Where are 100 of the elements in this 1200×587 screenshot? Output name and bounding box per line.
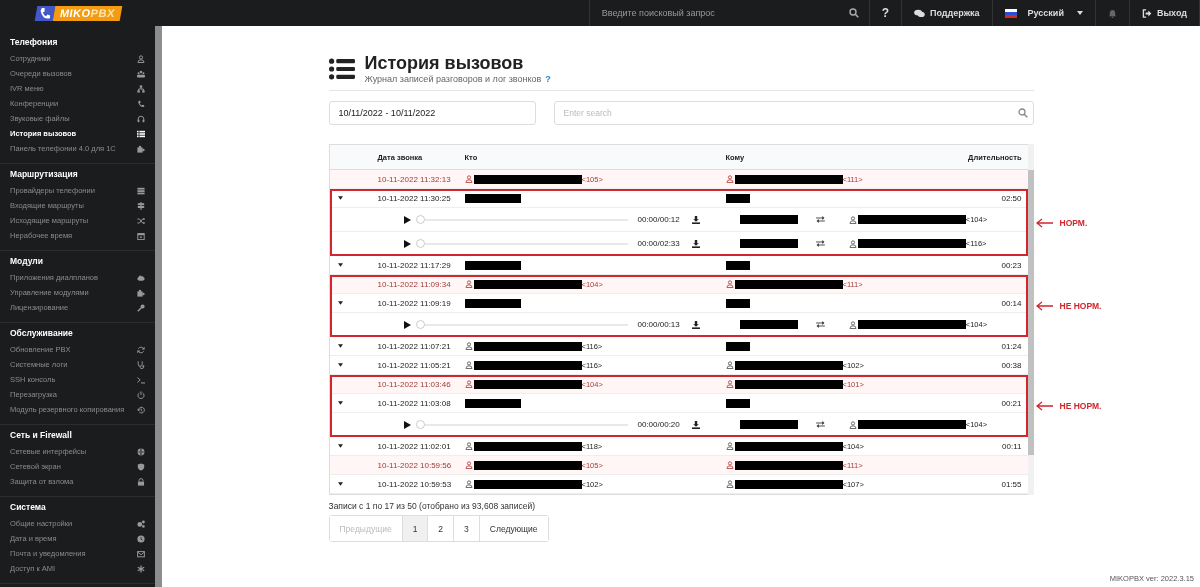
redaction-bar xyxy=(464,193,521,203)
call-duration: 00:14 xyxy=(1001,298,1022,308)
flag-icon xyxy=(1004,8,1017,18)
call-date: 10-11-2022 11:32:13 xyxy=(377,174,451,184)
call-date: 10-11-2022 11:02:01 xyxy=(377,441,451,451)
swap-arrows-icon xyxy=(815,321,825,328)
records-summary: Записи с 1 по 17 из 50 (отобрано из 93,608 записей) xyxy=(328,501,536,511)
logout-icon xyxy=(1141,8,1152,18)
page-button[interactable]: 1 xyxy=(402,516,429,541)
download-icon[interactable] xyxy=(691,215,700,224)
sync-icon xyxy=(137,345,145,354)
server-icon xyxy=(137,186,145,195)
search-field[interactable]: Enter search xyxy=(553,101,1034,125)
search-icon xyxy=(1017,108,1028,118)
lock-icon xyxy=(137,477,145,486)
caret-icon[interactable] xyxy=(337,301,343,305)
sidebar-section-title: Модули xyxy=(9,255,44,268)
page-title: История вызовов xyxy=(364,53,525,74)
sitemap-icon xyxy=(137,84,145,93)
help-link[interactable]: ? xyxy=(545,74,551,84)
redaction-bar xyxy=(739,239,798,248)
caret-icon[interactable] xyxy=(337,401,343,405)
sidebar-section-title: Обслуживание xyxy=(9,327,74,340)
shield-icon xyxy=(137,462,145,471)
call-duration: 01:24 xyxy=(1001,341,1022,351)
caret-icon[interactable] xyxy=(337,196,343,200)
caret-icon[interactable] xyxy=(337,363,343,367)
download-icon[interactable] xyxy=(691,320,700,329)
call-date: 10-11-2022 10:59:56 xyxy=(377,460,452,470)
call-duration: 00:21 xyxy=(1001,398,1022,408)
redaction-bar xyxy=(464,260,521,270)
annotation-label: НЕ НОРМ. xyxy=(1059,401,1102,411)
sidebar-section-title: Телефония xyxy=(9,36,59,49)
call-date: 10-11-2022 11:09:34 xyxy=(377,279,451,289)
phone-logo-icon xyxy=(34,5,56,21)
caret-icon[interactable] xyxy=(337,444,343,448)
call-date: 10-11-2022 10:59:53 xyxy=(377,479,452,489)
playback-time: 00:00/00:13 xyxy=(637,320,680,329)
cloud-icon xyxy=(137,273,145,282)
caret-icon[interactable] xyxy=(337,482,343,486)
power-icon xyxy=(137,390,145,399)
call-date: 10-11-2022 11:03:08 xyxy=(377,398,451,408)
people-icon xyxy=(137,69,145,78)
global-search-field[interactable]: Введите поисковый запрос xyxy=(599,7,849,19)
swap-arrows-icon xyxy=(815,240,825,247)
call-duration: 00:23 xyxy=(1001,260,1022,270)
redaction-bar xyxy=(725,341,750,351)
redaction-bar xyxy=(739,420,798,429)
redaction-bar xyxy=(725,298,750,308)
history-icon xyxy=(137,405,145,414)
asterisk-icon xyxy=(137,564,145,573)
playback-time: 00:00/02:33 xyxy=(637,239,680,248)
redaction-bar xyxy=(464,398,521,408)
call-duration: 00:11 xyxy=(1002,441,1022,451)
user-icon xyxy=(137,54,145,63)
caret-icon[interactable] xyxy=(337,344,343,348)
call-date: 10-11-2022 11:03:46 xyxy=(377,379,451,389)
call-duration: 00:38 xyxy=(1001,360,1022,370)
date-range-field[interactable]: 10/11/2022 - 10/11/2022 xyxy=(328,101,536,125)
sidebar-section-title: Маршрутизация xyxy=(9,168,79,181)
call-date: 10-11-2022 11:17:29 xyxy=(377,260,451,270)
logo-text: MIKOPBX xyxy=(52,5,123,21)
annotation-label: НЕ НОРМ. xyxy=(1059,301,1102,311)
clock-icon xyxy=(137,534,145,543)
redaction-bar xyxy=(725,193,750,203)
redaction-bar xyxy=(464,298,521,308)
playback-time: 00:00/00:20 xyxy=(637,420,680,429)
download-icon[interactable] xyxy=(691,239,700,248)
swap-arrows-icon xyxy=(815,421,825,428)
play-icon[interactable] xyxy=(403,239,411,248)
play-icon[interactable] xyxy=(403,215,411,224)
caret-icon xyxy=(1076,11,1083,15)
call-date: 10-11-2022 11:05:21 xyxy=(377,360,451,370)
sidebar-section-title: Сеть и Firewall xyxy=(9,429,73,442)
call-duration: 02:50 xyxy=(1001,193,1022,203)
call-date: 10-11-2022 11:30:25 xyxy=(377,193,451,203)
gears-icon xyxy=(137,519,145,528)
play-icon[interactable] xyxy=(403,320,411,329)
download-icon[interactable] xyxy=(691,420,700,429)
table-scrollbar[interactable] xyxy=(1027,144,1034,495)
phone-icon xyxy=(137,99,145,108)
headphones-icon xyxy=(137,114,145,123)
redaction-bar xyxy=(725,260,750,270)
arrow-icon xyxy=(1035,401,1054,411)
search-icon[interactable] xyxy=(848,8,859,18)
arrow-icon xyxy=(1035,301,1054,311)
arrow-icon xyxy=(1035,217,1054,228)
call-duration: 01:55 xyxy=(1001,479,1022,489)
puzzle-icon xyxy=(137,144,145,153)
stethoscope-icon xyxy=(137,360,145,369)
signpost-icon xyxy=(137,201,145,210)
caret-icon[interactable] xyxy=(337,263,343,267)
playback-time: 00:00/00:12 xyxy=(637,215,680,224)
key-icon xyxy=(137,303,145,312)
annotation-label: НОРМ. xyxy=(1059,217,1088,228)
puzzle-icon xyxy=(137,288,145,297)
list-icon xyxy=(137,129,145,138)
play-icon[interactable] xyxy=(403,420,411,429)
redaction-bar xyxy=(739,320,798,329)
sidebar-scrollbar[interactable] xyxy=(155,26,162,587)
